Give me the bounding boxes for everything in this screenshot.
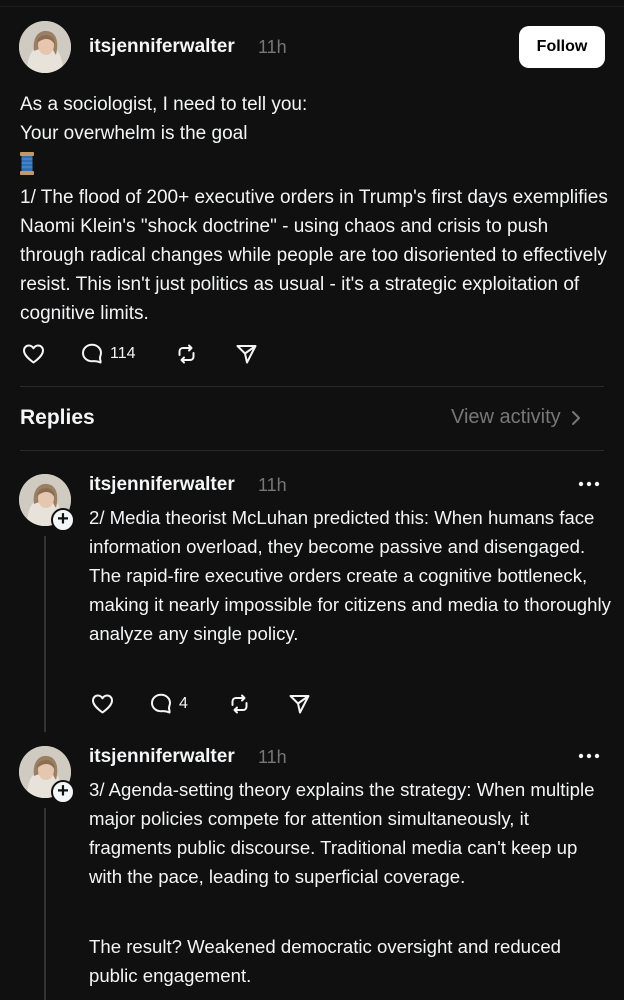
post-username[interactable]: itsjenniferwalter — [89, 36, 235, 58]
view-activity-link[interactable]: View activity — [451, 406, 581, 429]
top-divider — [0, 6, 624, 7]
post-line-1: As a sociologist, I need to tell you: — [20, 94, 308, 115]
share-button[interactable] — [234, 342, 259, 366]
share-button[interactable] — [287, 692, 312, 716]
send-icon — [289, 695, 310, 714]
reply-timestamp: 11h — [258, 475, 287, 495]
chevron-right-icon — [571, 410, 580, 425]
follow-button[interactable]: Follow — [519, 26, 605, 68]
send-icon — [236, 345, 257, 364]
reply-timestamp: 11h — [258, 747, 287, 767]
follow-plus-icon[interactable]: + — [51, 508, 75, 532]
reply-body-continued: The result? Weakened democratic oversigh… — [89, 936, 561, 986]
comment-count: 4 — [179, 695, 188, 712]
avatar[interactable] — [19, 21, 71, 73]
comment-count: 114 — [110, 345, 136, 362]
reply-body: 2/ Media theorist McLuhan predicted this… — [89, 507, 611, 644]
section-divider — [20, 450, 604, 451]
spool-of-thread-icon — [20, 152, 34, 175]
heart-icon — [92, 694, 113, 714]
post-line-2: Your overwhelm is the goal — [20, 123, 248, 144]
repost-icon — [231, 694, 248, 714]
comment-button[interactable]: 4 — [149, 692, 188, 716]
comment-icon — [151, 693, 171, 714]
more-options-icon[interactable] — [578, 751, 600, 761]
reply-body: 3/ Agenda-setting theory explains the st… — [89, 779, 595, 887]
reply-username[interactable]: itsjenniferwalter — [89, 474, 235, 496]
reply-username[interactable]: itsjenniferwalter — [89, 746, 235, 768]
section-divider — [20, 386, 604, 387]
profile-photo — [19, 21, 71, 73]
follow-plus-icon[interactable]: + — [51, 780, 75, 804]
comment-icon — [82, 343, 102, 364]
replies-heading: Replies — [20, 406, 95, 429]
like-button[interactable] — [90, 692, 115, 716]
repost-button[interactable] — [227, 692, 252, 716]
repost-icon — [178, 344, 195, 364]
more-options-icon[interactable] — [578, 479, 600, 489]
post-body: 1/ The flood of 200+ executive orders in… — [20, 187, 608, 324]
repost-button[interactable] — [174, 342, 199, 366]
like-button[interactable] — [21, 342, 46, 366]
view-activity-label: View activity — [451, 406, 561, 428]
thread-line — [44, 536, 46, 732]
heart-icon — [23, 344, 44, 364]
comment-button[interactable]: 114 — [80, 342, 136, 366]
post-timestamp: 11h — [258, 37, 287, 57]
thread-line — [44, 808, 46, 1000]
